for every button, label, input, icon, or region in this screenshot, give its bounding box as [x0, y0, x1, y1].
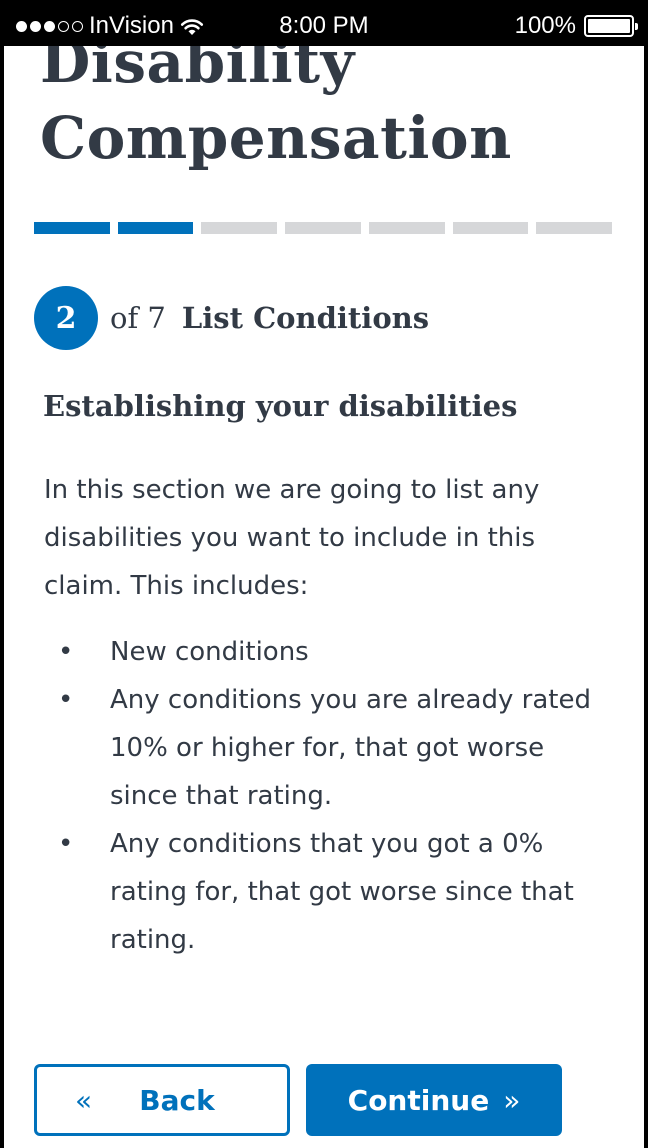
step-name: List Conditions [181, 301, 430, 335]
section-intro: In this section we are going to list any… [44, 475, 540, 601]
step-number-badge: 2 [34, 286, 98, 350]
back-button-label: Back [139, 1083, 215, 1117]
app-screen: Disability Compensation 2 of 7 List Cond… [4, 46, 644, 1148]
progress-segment [536, 222, 613, 234]
back-button[interactable]: « Back [34, 1064, 290, 1136]
step-indicator: 2 of 7 List Conditions [34, 286, 429, 350]
list-item: Any conditions that you got a 0% rating … [44, 820, 604, 964]
page-title: Disability Compensation [40, 46, 512, 172]
step-of-total: of 7 [110, 301, 166, 335]
section-heading: Establishing your disabilities [43, 389, 518, 423]
progress-segment [34, 222, 110, 234]
battery-icon [584, 15, 638, 37]
battery-fill [588, 19, 630, 33]
battery-nub [635, 23, 638, 30]
status-right: 100% [514, 12, 638, 40]
progress-segment [368, 222, 445, 234]
continue-button-label: Continue [347, 1083, 490, 1117]
double-chevron-left-icon: « [75, 1083, 93, 1117]
status-bar: InVision 8:00 PM 100% [0, 0, 648, 52]
progress-segment [117, 222, 194, 234]
list-item: Any conditions you are already rated 10%… [44, 676, 604, 820]
progress-segment [285, 222, 361, 234]
step-progress-bar [34, 222, 613, 234]
conditions-list: New conditions Any conditions you are al… [44, 628, 604, 964]
list-item: New conditions [44, 628, 604, 676]
battery-percent: 100% [514, 12, 576, 39]
double-chevron-right-icon: » [503, 1083, 521, 1117]
continue-button[interactable]: Continue » [306, 1064, 562, 1136]
progress-segment [452, 222, 529, 234]
progress-segment [201, 222, 278, 234]
